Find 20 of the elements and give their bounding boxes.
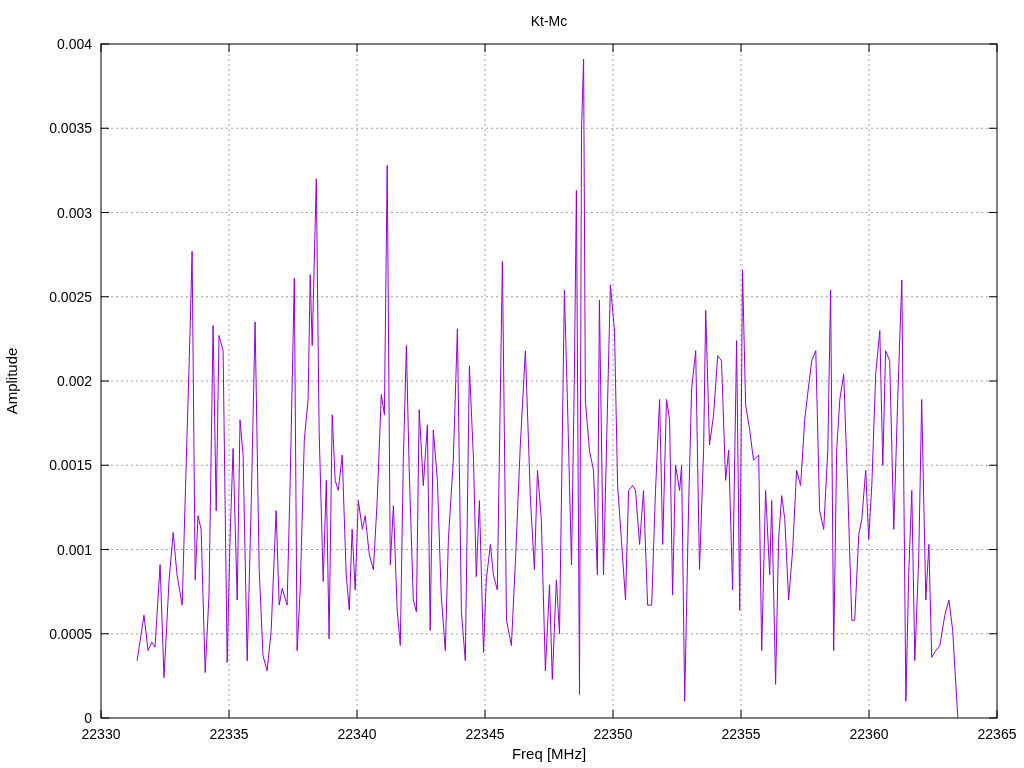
y-tick-label: 0.001 <box>56 541 92 558</box>
y-tick-label: 0.003 <box>56 204 92 221</box>
x-tick-label: 22340 <box>337 726 377 742</box>
y-tick-label: 0.0015 <box>49 457 92 474</box>
x-tick-label: 22360 <box>849 726 889 742</box>
y-tick-label: 0.0025 <box>49 288 92 305</box>
y-axis-label: Amplitude <box>3 347 20 415</box>
y-tick-label: 0.002 <box>56 373 92 389</box>
x-tick-label: 22345 <box>465 726 505 742</box>
x-tick-label: 22365 <box>977 726 1017 742</box>
x-axis-label: Freq [MHz] <box>511 745 587 762</box>
y-tick-label: 0.0035 <box>49 120 92 137</box>
y-tick-label: 0 <box>84 710 92 726</box>
x-tick-label: 22330 <box>81 726 121 742</box>
y-tick-label: 0.0005 <box>49 625 92 642</box>
x-tick-label: 22355 <box>721 726 761 742</box>
x-tick-label: 22335 <box>209 726 249 742</box>
x-tick-label: 22350 <box>593 726 633 742</box>
y-tick-label: 0.004 <box>56 36 92 52</box>
chart-title: Kt-Mc <box>530 13 568 29</box>
